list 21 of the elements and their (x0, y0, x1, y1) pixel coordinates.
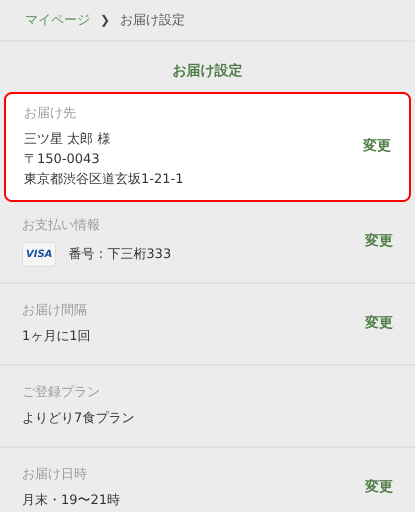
page-title: お届け設定 (172, 62, 244, 81)
section-label: ご登録プラン (22, 384, 101, 401)
section-label: お支払い情報 (22, 216, 101, 234)
section-value: 1ヶ月に1回 (22, 328, 91, 345)
section-value: 東京都渋谷区道玄坂1-21-1 (24, 171, 184, 188)
section-label: お届け日時 (22, 466, 88, 483)
card-brand-logo: VISA (22, 242, 56, 266)
chevron-icon: ❯ (100, 13, 110, 27)
change-link[interactable]: 変更 (365, 232, 393, 250)
section-value: よりどり7食プラン (22, 410, 134, 427)
section-value: 三ツ星 太郎 様 (24, 131, 110, 148)
change-link[interactable]: 変更 (363, 137, 391, 155)
section-value: 月末・19〜21時 (22, 492, 120, 509)
breadcrumb-link[interactable]: マイページ (25, 11, 90, 29)
section-value: 〒150-0043 (24, 151, 100, 168)
breadcrumb-current: お届け設定 (120, 12, 186, 29)
section-label: お届け先 (24, 105, 77, 122)
change-link[interactable]: 変更 (365, 478, 393, 496)
section-value: 番号：下三桁333 (68, 246, 172, 263)
section-label: お届け間隔 (22, 302, 88, 319)
change-link[interactable]: 変更 (365, 314, 393, 332)
